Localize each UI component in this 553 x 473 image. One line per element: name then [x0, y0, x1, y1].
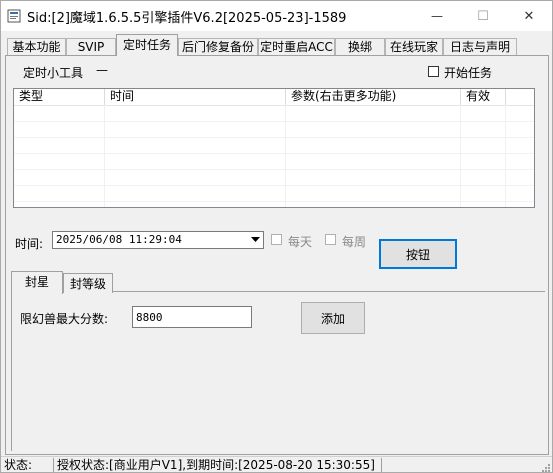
- status-separator: [381, 458, 382, 472]
- max-score-label: 限幻兽最大分数:: [20, 312, 109, 326]
- license-status: 授权状态:[商业用户V1],到期时间:[2025-08-20 15:30:55]: [57, 458, 375, 472]
- every-day-checkbox[interactable]: [271, 234, 282, 245]
- maximize-icon: ☐: [477, 8, 489, 24]
- sub-tab-seal-level[interactable]: 封等级: [63, 273, 113, 293]
- window-title: Sid:[2]魔域1.6.5.5引擎插件V6.2[2025-05-23]-158…: [27, 11, 347, 26]
- datetime-dropdown-button[interactable]: [247, 232, 263, 248]
- status-separator: [53, 458, 54, 472]
- tab-backdoor-repair-backup[interactable]: 后门修复备份: [178, 38, 258, 55]
- datetime-picker[interactable]: 2025/06/08 11:29:04: [52, 231, 264, 249]
- datetime-value: 2025/06/08 11:29:04: [56, 233, 182, 246]
- column-header-valid[interactable]: 有效: [461, 89, 506, 105]
- column-header-time[interactable]: 时间: [105, 89, 286, 105]
- tab-log-and-statement[interactable]: 日志与声明: [443, 38, 517, 55]
- status-bar: 状态: 授权状态:[商业用户V1],到期时间:[2025-08-20 15:30…: [1, 456, 552, 472]
- start-task-checkbox[interactable]: [428, 66, 439, 77]
- action-button[interactable]: 按钮: [379, 239, 457, 269]
- time-label: 时间:: [15, 237, 44, 251]
- tab-basic-functions[interactable]: 基本功能: [7, 38, 66, 55]
- grid-line: [14, 201, 534, 202]
- main-window: Sid:[2]魔域1.6.5.5引擎插件V6.2[2025-05-23]-158…: [0, 0, 553, 473]
- max-score-input[interactable]: 8800: [132, 306, 252, 328]
- every-week-checkbox[interactable]: [325, 234, 336, 245]
- grid-line: [14, 121, 534, 122]
- start-task-label[interactable]: 开始任务: [444, 64, 492, 81]
- sub-tab-seal-star[interactable]: 封星: [11, 271, 63, 294]
- add-button-label: 添加: [320, 311, 345, 326]
- maximize-button[interactable]: ☐: [460, 1, 506, 31]
- column-header-filler: [506, 89, 534, 105]
- grid-line: [14, 185, 534, 186]
- app-icon: [7, 9, 21, 23]
- task-list-header: 类型 时间 参数(右击更多功能) 有效: [14, 89, 534, 106]
- tab-scheduled-restart-acc[interactable]: 定时重启ACC: [258, 38, 335, 55]
- tab-svip[interactable]: SVIP: [66, 38, 116, 55]
- grid-line: [14, 137, 534, 138]
- task-list[interactable]: 类型 时间 参数(右击更多功能) 有效: [13, 88, 535, 208]
- action-button-label: 按钮: [405, 247, 430, 262]
- tab-rebind[interactable]: 换绑: [335, 38, 385, 55]
- column-header-params[interactable]: 参数(右击更多功能): [286, 89, 461, 105]
- every-week-label: 每周: [342, 235, 367, 249]
- add-button[interactable]: 添加: [301, 302, 365, 334]
- status-label: 状态:: [4, 458, 33, 472]
- minimize-button[interactable]: —: [414, 1, 460, 31]
- chevron-down-icon: [250, 237, 260, 242]
- timer-tool-label: 定时小工具: [23, 66, 84, 80]
- tab-online-players[interactable]: 在线玩家: [385, 38, 443, 55]
- resize-grip-icon[interactable]: [540, 462, 550, 472]
- minimize-icon: —: [431, 9, 443, 23]
- title-bar[interactable]: Sid:[2]魔域1.6.5.5引擎插件V6.2[2025-05-23]-158…: [1, 1, 552, 31]
- grid-line: [14, 169, 534, 170]
- close-button[interactable]: ✕: [506, 1, 552, 31]
- close-icon: ✕: [523, 8, 535, 24]
- tab-scheduled-tasks[interactable]: 定时任务: [116, 34, 178, 56]
- every-day-label: 每天: [288, 235, 313, 249]
- timer-tool-dash: —: [96, 63, 108, 77]
- grid-line: [14, 153, 534, 154]
- max-score-value: 8800: [136, 311, 163, 324]
- column-header-type[interactable]: 类型: [14, 89, 105, 105]
